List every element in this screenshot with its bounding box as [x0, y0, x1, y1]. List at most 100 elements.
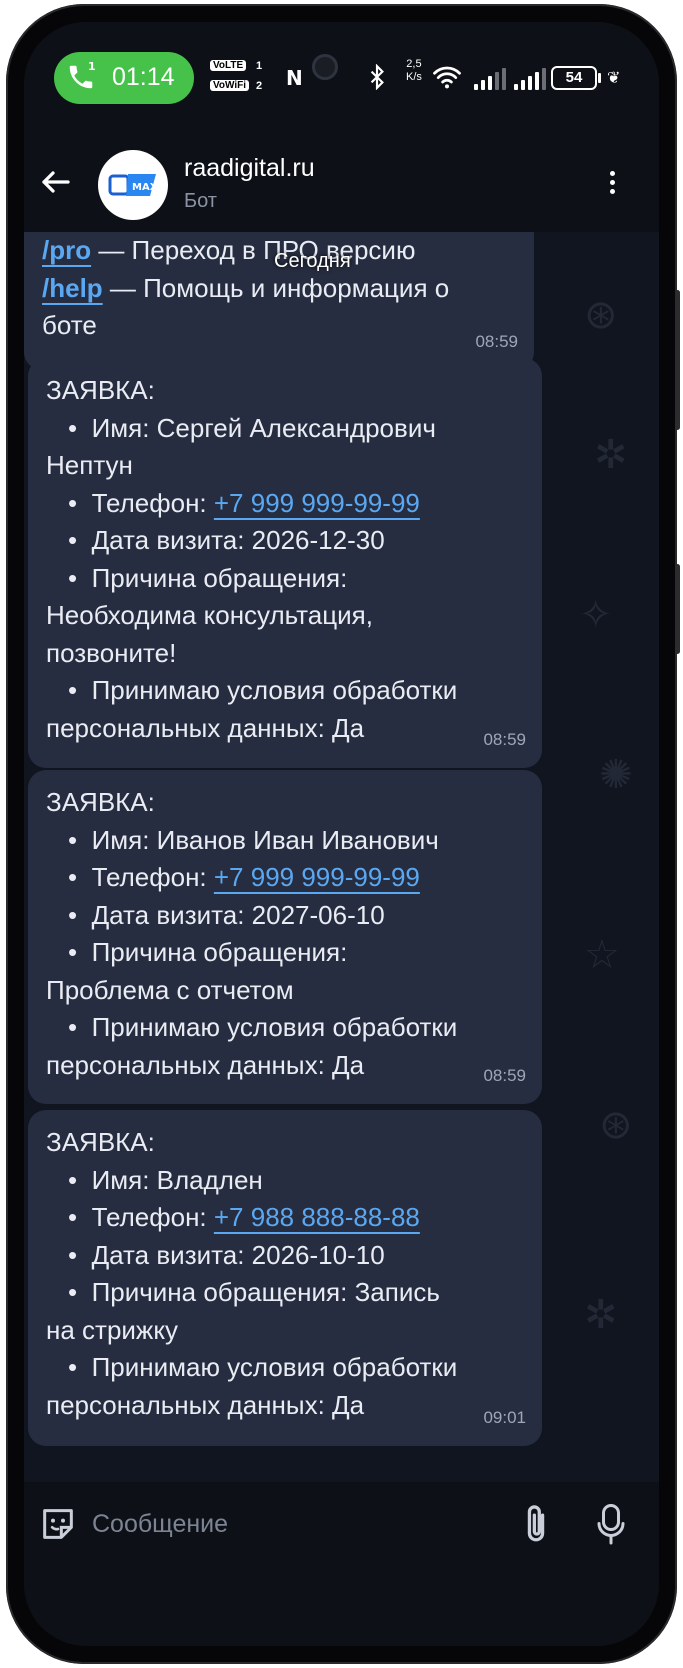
request-phone-label: Телефон:	[91, 487, 214, 518]
command-description: — Переход в ПРО версию	[91, 235, 416, 265]
power-saving-leaf-icon: ❦	[607, 68, 621, 87]
star-doodle-icon: ✧	[579, 592, 613, 638]
request-date-text: Дата визита: 2026-12-30	[91, 525, 385, 555]
message-time: 08:59	[475, 331, 518, 351]
message-input[interactable]	[92, 1502, 492, 1546]
back-arrow-icon[interactable]	[38, 164, 74, 200]
planet-doodle-icon: ⊛	[599, 1102, 633, 1148]
message-bubble[interactable]: ЗАЯВКА: • Имя: Сергей Александрович Непт…	[28, 358, 542, 768]
request-consent: • Принимаю условия обработки	[68, 1352, 458, 1382]
signal-sim2-icon	[514, 68, 546, 90]
request-name-text: Имя: Сергей Александрович	[91, 412, 436, 443]
star-doodle-icon: ☆	[584, 932, 620, 978]
vowifi-badge: VoWiFi	[210, 80, 250, 91]
volte-badge: VoLTE	[210, 60, 247, 71]
request-date-text: Дата визита: 2027-06-10	[91, 899, 385, 930]
request-name-text: Имя: Владлен	[91, 1164, 263, 1195]
dot-icon	[609, 180, 615, 185]
request-reason-cont: Проблема с отчетом	[46, 974, 294, 1005]
phone-link[interactable]: +7 999 999-99-99	[214, 862, 420, 892]
bluetooth-icon	[370, 64, 384, 90]
request-name: • Имя: Владлен	[68, 1164, 263, 1195]
message-input-bar	[24, 1482, 659, 1572]
request-header: ЗАЯВКА:	[46, 1127, 155, 1157]
atom-doodle-icon: ✲	[584, 1292, 618, 1338]
request-consent: • Принимаю условия обработки	[68, 675, 458, 705]
request-name: • Имя: Иванов Иван Иванович	[68, 824, 439, 855]
request-consent-cont: персональных данных: Да	[46, 1049, 365, 1080]
dot-icon	[609, 189, 615, 194]
call-time: 01:14	[112, 63, 175, 91]
message-bubble[interactable]: ЗАЯВКА: • Имя: Владлен • Телефон: +7 988…	[28, 1110, 542, 1446]
request-date: • Дата визита: 2026-10-10	[68, 1239, 385, 1270]
chat-title[interactable]: raadigital.ru	[184, 154, 315, 183]
ongoing-call-pill[interactable]: 1 01:14	[54, 52, 194, 104]
phone-frame: ⊛ ✲ ✧ ✺ ☆ ⊛ ✲ 1 01:14 VoLTE 1 VoWiFi 2 N	[6, 4, 680, 1664]
request-consent-text: Принимаю условия обработки	[91, 1352, 458, 1382]
request-name-cont: Нептун	[46, 450, 133, 480]
chat-header: MAX raadigital.ru Бот	[24, 122, 659, 232]
signal-sim1-icon	[474, 68, 506, 90]
date-separator: Сегодня	[274, 250, 351, 272]
request-reason-cont: Необходима консультация,	[46, 600, 373, 630]
request-reason-text: Причина обращения:	[91, 937, 348, 967]
request-header: ЗАЯВКА:	[46, 787, 155, 817]
request-consent: • Принимаю условия обработки	[68, 1012, 458, 1042]
power-button	[675, 564, 680, 654]
request-phone-label: Телефон:	[91, 862, 214, 892]
request-name: • Имя: Сергей Александрович	[68, 412, 436, 443]
battery-level: 54	[551, 66, 597, 90]
avatar-logo-text: MAX	[132, 182, 158, 193]
message-time: 09:01	[483, 1407, 526, 1427]
screen: ⊛ ✲ ✧ ✺ ☆ ⊛ ✲ 1 01:14 VoLTE 1 VoWiFi 2 N	[24, 22, 659, 1646]
message-time: 08:59	[483, 729, 526, 749]
dot-icon	[609, 171, 615, 176]
volume-button	[675, 290, 680, 430]
request-name-text: Имя: Иванов Иван Иванович	[91, 824, 439, 855]
front-camera	[312, 54, 338, 80]
planet-doodle-icon: ⊛	[584, 292, 618, 338]
chat-subtitle: Бот	[184, 190, 217, 212]
atom-doodle-icon: ✺	[599, 752, 633, 798]
request-date: • Дата визита: 2026-12-30	[68, 525, 385, 555]
request-consent-cont: персональных данных: Да	[46, 1389, 365, 1420]
request-reason-text: Причина обращения: Запись	[91, 1277, 440, 1307]
command-link[interactable]: /pro	[42, 235, 91, 265]
request-reason-cont: на стрижку	[46, 1314, 178, 1345]
message-line: боте	[42, 310, 97, 340]
request-reason: • Причина обращения:	[68, 937, 348, 967]
request-consent-text: Принимаю условия обработки	[91, 675, 458, 705]
network-speed: 2,5 K/s	[406, 58, 422, 84]
command-description: — Помощь и информация о	[102, 272, 450, 303]
call-sim-indicator: 1	[88, 60, 96, 73]
request-consent-text: Принимаю условия обработки	[91, 1012, 458, 1042]
phone-link[interactable]: +7 999 999-99-99	[214, 488, 420, 518]
battery-tip	[598, 73, 601, 83]
request-phone: • Телефон: +7 988 888-88-88	[68, 1202, 420, 1232]
command-link[interactable]: /help	[42, 273, 103, 303]
request-date: • Дата визита: 2027-06-10	[68, 899, 385, 930]
request-phone: • Телефон: +7 999 999-99-99	[68, 862, 420, 892]
request-consent-cont: персональных данных: Да	[46, 712, 365, 743]
sticker-icon[interactable]	[38, 1504, 78, 1544]
more-options-button[interactable]	[602, 168, 622, 204]
phone-link[interactable]: +7 988 888-88-88	[214, 1202, 420, 1232]
microphone-icon[interactable]	[596, 1502, 626, 1548]
request-reason: • Причина обращения: Запись	[68, 1277, 440, 1307]
atom-doodle-icon: ✲	[594, 432, 628, 478]
network-speed-unit: K/s	[406, 71, 422, 83]
vowifi-sim-number: 2	[256, 80, 263, 92]
request-header: ЗАЯВКА:	[46, 375, 155, 405]
request-phone-label: Телефон:	[91, 1202, 214, 1232]
message-time: 08:59	[483, 1065, 526, 1085]
paperclip-icon[interactable]	[516, 1502, 556, 1548]
max-logo-icon: MAX	[108, 174, 158, 196]
message-line: /help — Помощь и информация о	[42, 270, 516, 308]
request-date-text: Дата визита: 2026-10-10	[91, 1239, 385, 1270]
request-reason-cont: позвоните!	[46, 637, 177, 668]
volte-sim-number: 1	[256, 60, 263, 72]
message-bubble[interactable]: ЗАЯВКА: • Имя: Иванов Иван Иванович • Те…	[28, 770, 542, 1104]
request-reason-text: Причина обращения:	[91, 562, 348, 593]
wifi-icon	[433, 66, 461, 89]
bot-avatar[interactable]: MAX	[98, 150, 168, 220]
